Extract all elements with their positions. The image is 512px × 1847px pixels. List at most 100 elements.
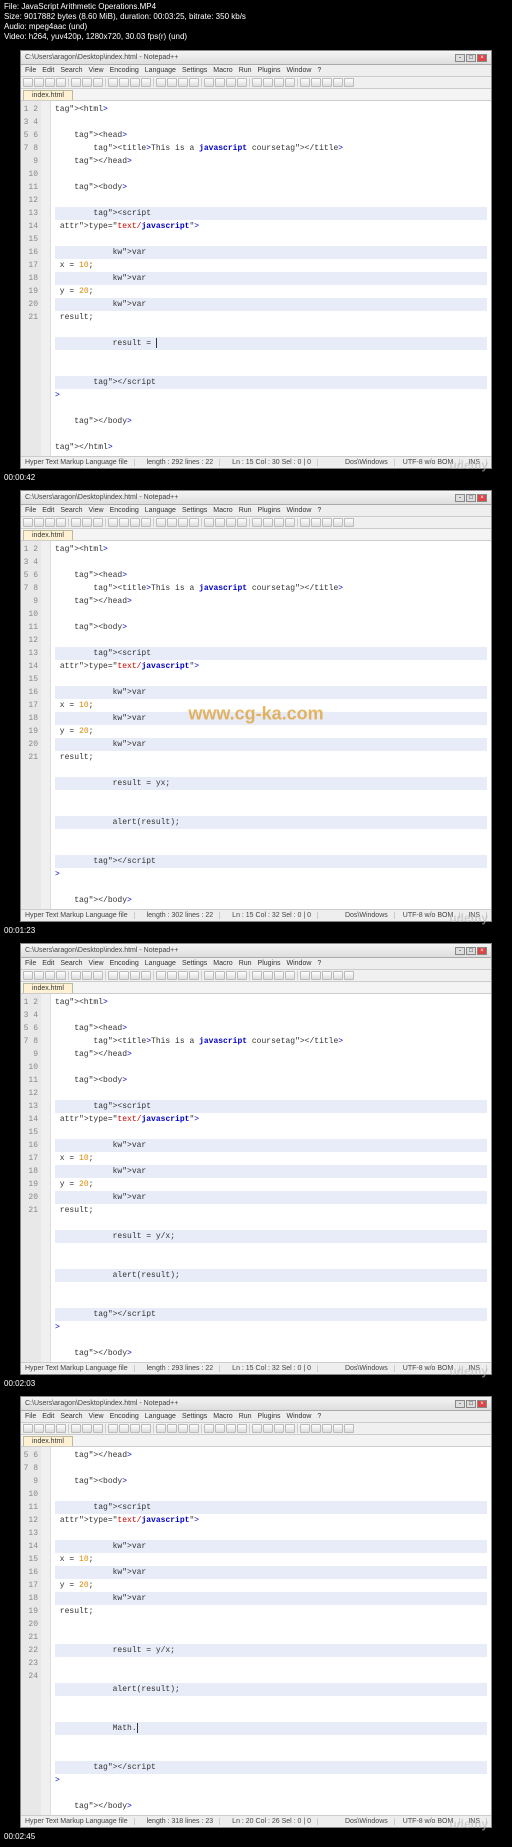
code-content[interactable]: tag"></head> tag"><body> tag"><script at… <box>51 1447 491 1815</box>
toolbar-button[interactable] <box>322 1424 332 1433</box>
titlebar[interactable]: C:\Users\aragon\Desktop\index.html - Not… <box>21 1397 491 1411</box>
menu-item-view[interactable]: View <box>89 507 104 514</box>
menu-item-search[interactable]: Search <box>60 507 82 514</box>
toolbar-button[interactable] <box>71 971 81 980</box>
file-tab[interactable]: index.html <box>23 1436 73 1446</box>
minimize-button[interactable]: - <box>455 494 465 502</box>
toolbar-button[interactable] <box>156 971 166 980</box>
menu-item-?[interactable]: ? <box>317 507 321 514</box>
toolbar-button[interactable] <box>119 518 129 527</box>
toolbar-button[interactable] <box>93 78 103 87</box>
toolbar-button[interactable] <box>82 518 92 527</box>
toolbar-button[interactable] <box>141 971 151 980</box>
toolbar-button[interactable] <box>252 78 262 87</box>
close-button[interactable]: × <box>477 494 487 502</box>
toolbar-button[interactable] <box>178 971 188 980</box>
toolbar-button[interactable] <box>119 971 129 980</box>
menu-item-language[interactable]: Language <box>145 1413 176 1420</box>
menu-item-search[interactable]: Search <box>60 960 82 967</box>
code-content[interactable]: tag"><html> tag"><head> tag"><title>This… <box>51 994 491 1362</box>
toolbar-button[interactable] <box>237 971 247 980</box>
menu-item-encoding[interactable]: Encoding <box>110 507 139 514</box>
toolbar-button[interactable] <box>189 971 199 980</box>
toolbar-button[interactable] <box>333 518 343 527</box>
toolbar-button[interactable] <box>82 78 92 87</box>
toolbar-button[interactable] <box>56 1424 66 1433</box>
titlebar[interactable]: C:\Users\aragon\Desktop\index.html - Not… <box>21 51 491 65</box>
toolbar-button[interactable] <box>300 1424 310 1433</box>
close-button[interactable]: × <box>477 947 487 955</box>
toolbar-button[interactable] <box>285 518 295 527</box>
toolbar-button[interactable] <box>167 1424 177 1433</box>
menu-item-settings[interactable]: Settings <box>182 67 207 74</box>
toolbar-button[interactable] <box>215 518 225 527</box>
menu-item-?[interactable]: ? <box>317 67 321 74</box>
toolbar-button[interactable] <box>311 1424 321 1433</box>
toolbar-button[interactable] <box>56 78 66 87</box>
toolbar-button[interactable] <box>108 78 118 87</box>
toolbar-button[interactable] <box>322 518 332 527</box>
toolbar-button[interactable] <box>263 971 273 980</box>
menu-item-search[interactable]: Search <box>60 67 82 74</box>
fold-gutter[interactable] <box>41 994 51 1362</box>
toolbar-button[interactable] <box>156 78 166 87</box>
toolbar-button[interactable] <box>333 1424 343 1433</box>
menu-item-edit[interactable]: Edit <box>42 67 54 74</box>
menu-item-macro[interactable]: Macro <box>213 507 232 514</box>
toolbar-button[interactable] <box>226 78 236 87</box>
code-content[interactable]: tag"><html> tag"><head> tag"><title>This… <box>51 541 491 909</box>
toolbar-button[interactable] <box>311 518 321 527</box>
toolbar-button[interactable] <box>204 518 214 527</box>
menu-item-file[interactable]: File <box>25 960 36 967</box>
toolbar-button[interactable] <box>252 1424 262 1433</box>
menu-item-macro[interactable]: Macro <box>213 1413 232 1420</box>
toolbar-button[interactable] <box>56 971 66 980</box>
maximize-button[interactable]: □ <box>466 494 476 502</box>
toolbar-button[interactable] <box>167 518 177 527</box>
menu-item-run[interactable]: Run <box>239 1413 252 1420</box>
menu-item-view[interactable]: View <box>89 960 104 967</box>
toolbar-button[interactable] <box>130 1424 140 1433</box>
toolbar-button[interactable] <box>189 1424 199 1433</box>
toolbar-button[interactable] <box>141 1424 151 1433</box>
toolbar-button[interactable] <box>226 1424 236 1433</box>
toolbar-button[interactable] <box>285 971 295 980</box>
toolbar-button[interactable] <box>130 971 140 980</box>
file-tab[interactable]: index.html <box>23 90 73 100</box>
toolbar-button[interactable] <box>108 971 118 980</box>
toolbar-button[interactable] <box>322 78 332 87</box>
toolbar-button[interactable] <box>23 518 33 527</box>
toolbar-button[interactable] <box>156 1424 166 1433</box>
toolbar-button[interactable] <box>82 1424 92 1433</box>
toolbar-button[interactable] <box>23 971 33 980</box>
file-tab[interactable]: index.html <box>23 530 73 540</box>
toolbar-button[interactable] <box>226 971 236 980</box>
toolbar-button[interactable] <box>71 78 81 87</box>
toolbar-button[interactable] <box>189 518 199 527</box>
maximize-button[interactable]: □ <box>466 947 476 955</box>
menu-item-plugins[interactable]: Plugins <box>258 507 281 514</box>
toolbar-button[interactable] <box>204 78 214 87</box>
toolbar-button[interactable] <box>237 1424 247 1433</box>
menu-item-window[interactable]: Window <box>287 1413 312 1420</box>
close-button[interactable]: × <box>477 1400 487 1408</box>
menu-item-encoding[interactable]: Encoding <box>110 67 139 74</box>
toolbar-button[interactable] <box>108 1424 118 1433</box>
toolbar-button[interactable] <box>45 1424 55 1433</box>
menu-item-run[interactable]: Run <box>239 67 252 74</box>
menu-item-search[interactable]: Search <box>60 1413 82 1420</box>
titlebar[interactable]: C:\Users\aragon\Desktop\index.html - Not… <box>21 944 491 958</box>
toolbar-button[interactable] <box>45 518 55 527</box>
toolbar-button[interactable] <box>344 78 354 87</box>
menu-item-settings[interactable]: Settings <box>182 1413 207 1420</box>
fold-gutter[interactable] <box>41 101 51 456</box>
menu-item-language[interactable]: Language <box>145 67 176 74</box>
toolbar-button[interactable] <box>71 518 81 527</box>
toolbar-button[interactable] <box>344 1424 354 1433</box>
toolbar-button[interactable] <box>45 971 55 980</box>
toolbar-button[interactable] <box>333 971 343 980</box>
toolbar-button[interactable] <box>178 1424 188 1433</box>
menu-item-plugins[interactable]: Plugins <box>258 960 281 967</box>
toolbar-button[interactable] <box>274 518 284 527</box>
code-content[interactable]: tag"><html> tag"><head> tag"><title>This… <box>51 101 491 456</box>
